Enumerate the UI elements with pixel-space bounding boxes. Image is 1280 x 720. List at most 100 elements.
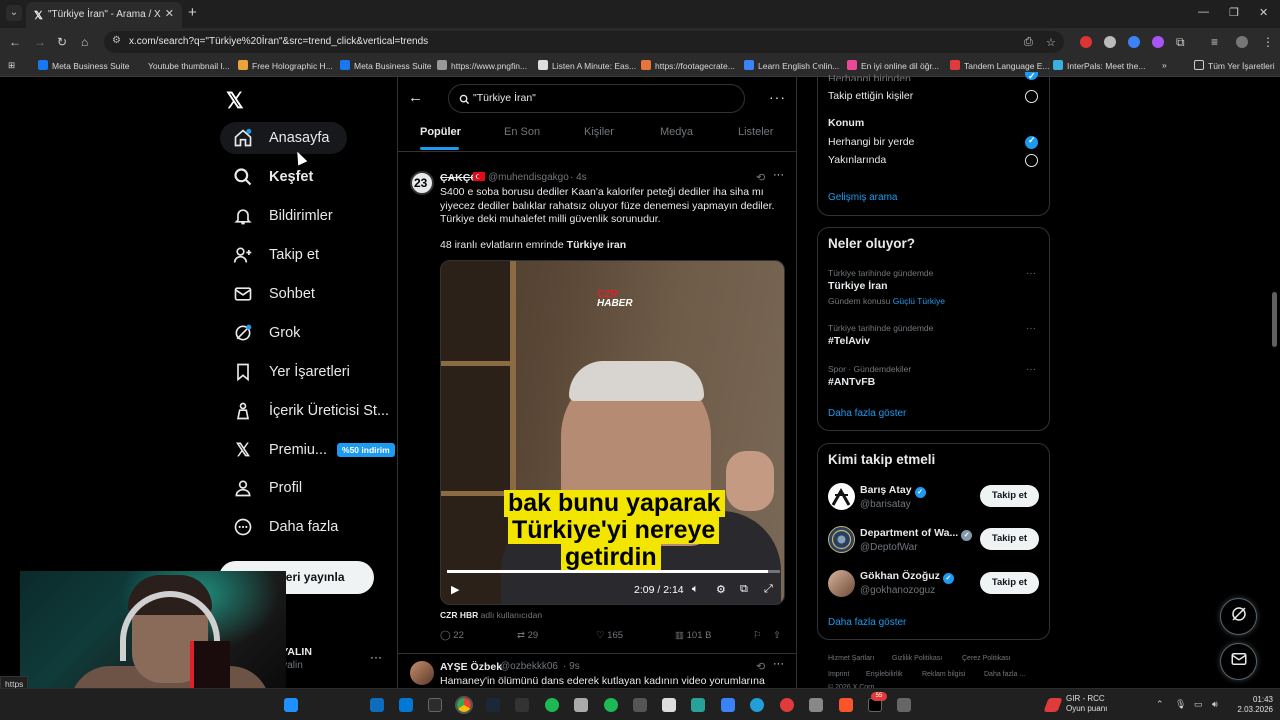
video-progress-bar[interactable]: [447, 570, 780, 573]
tweet-more-icon[interactable]: ···: [773, 658, 784, 670]
follow-button[interactable]: Takip et: [980, 528, 1039, 550]
footer-link[interactable]: Erişilebilirlik: [866, 671, 903, 678]
tweet-more-icon[interactable]: ···: [773, 169, 784, 181]
footer-link[interactable]: Gizlilik Politikası: [892, 655, 942, 662]
filter-option-anywhere[interactable]: Herhangi bir yerde: [828, 136, 914, 148]
messages-floating-button[interactable]: [1220, 643, 1257, 680]
bookmarks-overflow-icon[interactable]: »: [1162, 60, 1167, 70]
epic-games-icon[interactable]: [515, 698, 529, 712]
avatar[interactable]: [828, 526, 855, 553]
trend-more-icon[interactable]: ···: [1026, 364, 1036, 375]
tweet-time[interactable]: · 4s: [570, 172, 587, 183]
footer-link[interactable]: Hizmet Şartları: [828, 655, 874, 662]
bookmark-item[interactable]: https://www.pngfin...: [437, 60, 527, 71]
game-app-icon[interactable]: [1043, 698, 1063, 712]
retweet-button[interactable]: ⇄ 29: [517, 630, 538, 641]
avatar[interactable]: [828, 570, 855, 597]
opera-icon[interactable]: [780, 698, 794, 712]
nav-follow[interactable]: Takip et: [220, 239, 337, 271]
trend-item[interactable]: #ANTvFB: [828, 376, 875, 388]
nav-more[interactable]: Daha fazla: [220, 511, 356, 543]
tweet-author-handle[interactable]: @muhendisgakgo: [488, 172, 569, 183]
nav-premium[interactable]: 𝕏 Premiu... %50 indirim: [220, 434, 413, 466]
taskbar-clock[interactable]: 01:43 2.03.2026: [1233, 695, 1273, 715]
taskbar-app-icon[interactable]: [545, 698, 559, 712]
filter-option-near[interactable]: Yakınlarında: [828, 154, 886, 166]
suggested-user-name[interactable]: Barış Atay ✓: [860, 484, 926, 498]
account-more-icon[interactable]: ···: [370, 650, 382, 664]
nav-notifications[interactable]: Bildirimler: [220, 200, 351, 232]
reload-button[interactable]: ↻: [57, 35, 67, 49]
follow-button[interactable]: Takip et: [980, 572, 1039, 594]
maximize-button[interactable]: ❐: [1229, 6, 1239, 19]
suggested-user-name[interactable]: Gökhan Özoğuz ✓: [860, 570, 954, 584]
play-icon[interactable]: ▶: [451, 583, 459, 596]
brave-icon[interactable]: [839, 698, 853, 712]
tweet-time[interactable]: · 9s: [563, 661, 580, 672]
follow-button[interactable]: Takip et: [980, 485, 1039, 507]
filter-option-following[interactable]: Takip ettiğin kişiler: [828, 90, 913, 102]
taskbar-app-icon[interactable]: [428, 698, 442, 712]
bookmark-item[interactable]: Youtube thumbnail l...: [134, 60, 229, 71]
bookmark-star-icon[interactable]: ☆: [1046, 36, 1056, 49]
back-arrow-icon[interactable]: ←: [408, 89, 423, 106]
install-app-icon[interactable]: ⎙: [1024, 36, 1033, 49]
url-input[interactable]: ⚙ x.com/search?q="Türkiye%20İran"&src=tr…: [104, 31, 1064, 53]
mail-app-icon[interactable]: [399, 698, 413, 712]
tray-overflow-icon[interactable]: ⌃: [1156, 699, 1164, 710]
back-button[interactable]: ←: [9, 35, 21, 49]
tab-top[interactable]: Popüler: [420, 126, 461, 138]
avatar[interactable]: 23: [410, 171, 434, 195]
telegram-icon[interactable]: [750, 698, 764, 712]
filter-radio[interactable]: [1025, 154, 1038, 167]
filter-radio[interactable]: [1025, 90, 1038, 103]
nav-creator-studio[interactable]: İçerik Üreticisi St...: [220, 395, 407, 427]
search-input[interactable]: "Türkiye İran": [448, 84, 745, 113]
spotify-icon[interactable]: [604, 698, 618, 712]
tab-people[interactable]: Kişiler: [584, 126, 614, 138]
close-window-button[interactable]: ✕: [1259, 6, 1268, 19]
views-button[interactable]: ▥ 101 B: [675, 630, 711, 641]
tab-latest[interactable]: En Son: [504, 126, 540, 138]
volume-icon[interactable]: 🔊︎: [1212, 699, 1218, 710]
taskbar-app-icon[interactable]: [809, 698, 823, 712]
advanced-search-link[interactable]: Gelişmiş arama: [828, 192, 897, 203]
trend-item[interactable]: Türkiye İran: [828, 280, 888, 292]
tab-search-button[interactable]: ⌄: [6, 5, 22, 21]
grok-explain-icon[interactable]: ⟲: [756, 660, 765, 673]
avatar[interactable]: [410, 661, 434, 685]
browser-tab[interactable]: 𝕏 "Türkiye İran" - Arama / X ✕: [26, 2, 182, 28]
taskbar-app-icon[interactable]: [662, 698, 676, 712]
taskbar-app-icon[interactable]: [897, 698, 911, 712]
bookmark-item[interactable]: Free Holographic H...: [238, 60, 333, 71]
footer-link[interactable]: Imprint: [828, 671, 849, 678]
trend-item[interactable]: #TelAviv: [828, 335, 870, 347]
new-tab-button[interactable]: +: [188, 4, 197, 21]
grok-explain-icon[interactable]: ⟲: [756, 171, 765, 184]
grok-floating-button[interactable]: [1220, 598, 1257, 635]
steam-icon[interactable]: [486, 698, 500, 712]
apps-grid-icon[interactable]: ⊞: [8, 60, 15, 71]
all-bookmarks-folder[interactable]: Tüm Yer İşaretleri: [1194, 60, 1275, 71]
nav-messages[interactable]: Sohbet: [220, 278, 333, 310]
filter-radio[interactable]: [1025, 135, 1038, 149]
search-more-icon[interactable]: ···: [769, 89, 786, 105]
share-icon[interactable]: ⇧: [773, 630, 781, 641]
x-logo-icon[interactable]: 𝕏: [226, 88, 244, 114]
who-to-follow-show-more-link[interactable]: Daha fazla göster: [828, 617, 906, 628]
bookmark-icon[interactable]: ⚐: [753, 630, 762, 641]
bookmark-item[interactable]: Listen A Minute: Eas...: [538, 60, 636, 71]
fullscreen-icon[interactable]: ⤢: [764, 583, 773, 596]
trend-more-icon[interactable]: ···: [1026, 323, 1036, 334]
pip-icon[interactable]: ⧉: [740, 583, 748, 596]
tab-media[interactable]: Medya: [660, 126, 693, 138]
bookmark-item[interactable]: Meta Business Suite: [38, 60, 129, 71]
video-player[interactable]: CZR HABER bak bunu yaparak Türkiye'yi ner…: [440, 260, 785, 605]
footer-link[interactable]: Çerez Politikası: [962, 655, 1011, 662]
like-button[interactable]: ♡ 165: [596, 630, 623, 641]
nav-bookmarks[interactable]: Yer İşaretleri: [220, 356, 368, 388]
reply-button[interactable]: ◯ 22: [440, 630, 464, 641]
profile-avatar-icon[interactable]: [1236, 36, 1248, 48]
extension-icon[interactable]: [1128, 36, 1140, 48]
video-source[interactable]: CZR HBR adlı kullanıcıdan: [440, 610, 542, 620]
